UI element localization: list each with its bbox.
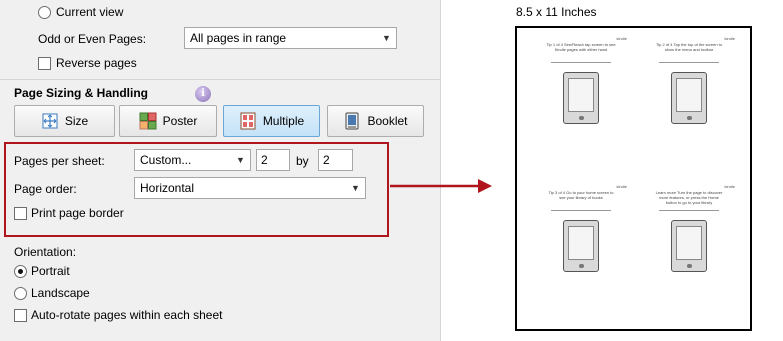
- print-settings-panel: Current view Odd or Even Pages: All page…: [0, 0, 441, 341]
- callout-arrow: [390, 179, 492, 193]
- orientation-title: Orientation:: [14, 245, 77, 259]
- preview-thumbnail: kindle Tip 3 of 4 Go to your home screen…: [531, 184, 631, 314]
- print-preview-page: kindle Tip 1 of 4 See/Reach tap screen t…: [515, 26, 752, 331]
- portrait-radio[interactable]: [14, 265, 27, 278]
- kindle-logo: kindle: [616, 36, 627, 41]
- current-view-label: Current view: [56, 5, 124, 19]
- multiple-button-label: Multiple: [262, 114, 305, 128]
- portrait-label: Portrait: [31, 264, 70, 278]
- kindle-logo: kindle: [724, 184, 735, 189]
- odd-even-value: All pages in range: [190, 31, 287, 45]
- paper-size-label: 8.5 x 11 Inches: [516, 5, 597, 19]
- thumbnail-caption: Learn more Turn the page to discover mor…: [655, 190, 723, 205]
- kindle-device-image: [671, 220, 707, 272]
- preview-thumbnail: kindle Tip 1 of 4 See/Reach tap screen t…: [531, 36, 631, 166]
- kindle-logo: kindle: [616, 184, 627, 189]
- preview-thumbnail: kindle Learn more Turn the page to disco…: [639, 184, 739, 314]
- section-divider: [0, 79, 441, 80]
- multiple-button[interactable]: Multiple: [223, 105, 320, 137]
- chevron-down-icon: ▼: [382, 33, 391, 43]
- size-button-label: Size: [64, 114, 89, 128]
- resize-icon: [42, 113, 58, 129]
- thumbnail-caption: Tip 1 of 4 See/Reach tap screen to see K…: [546, 42, 616, 52]
- multiple-pages-icon: [240, 112, 256, 130]
- poster-button-label: Poster: [162, 114, 198, 128]
- preview-thumbnail: kindle Tip 2 of 4 Tap the top of the scr…: [639, 36, 739, 166]
- poster-button[interactable]: Poster: [119, 105, 217, 137]
- booklet-icon: [345, 112, 359, 130]
- odd-even-select[interactable]: All pages in range ▼: [184, 27, 397, 49]
- reverse-pages-label: Reverse pages: [56, 56, 137, 70]
- kindle-device-image: [563, 220, 599, 272]
- info-icon[interactable]: i: [195, 86, 211, 102]
- current-view-radio[interactable]: [38, 6, 51, 19]
- thumbnail-caption: Tip 3 of 4 Go to your home screen to see…: [548, 190, 614, 200]
- auto-rotate-label: Auto-rotate pages within each sheet: [31, 308, 223, 322]
- booklet-button-label: Booklet: [367, 114, 408, 128]
- size-button[interactable]: Size: [14, 105, 115, 137]
- odd-even-label: Odd or Even Pages:: [38, 32, 147, 46]
- kindle-device-image: [563, 72, 599, 124]
- landscape-label: Landscape: [31, 286, 90, 300]
- page-sizing-title: Page Sizing & Handling: [14, 86, 149, 100]
- landscape-radio[interactable]: [14, 287, 27, 300]
- highlight-box: [4, 142, 389, 237]
- auto-rotate-checkbox[interactable]: [14, 309, 27, 322]
- kindle-device-image: [671, 72, 707, 124]
- reverse-pages-checkbox[interactable]: [38, 57, 51, 70]
- kindle-logo: kindle: [724, 36, 735, 41]
- booklet-button[interactable]: Booklet: [327, 105, 424, 137]
- thumbnail-caption: Tip 2 of 4 Tap the top of the screen to …: [655, 42, 723, 52]
- poster-icon: [139, 112, 157, 130]
